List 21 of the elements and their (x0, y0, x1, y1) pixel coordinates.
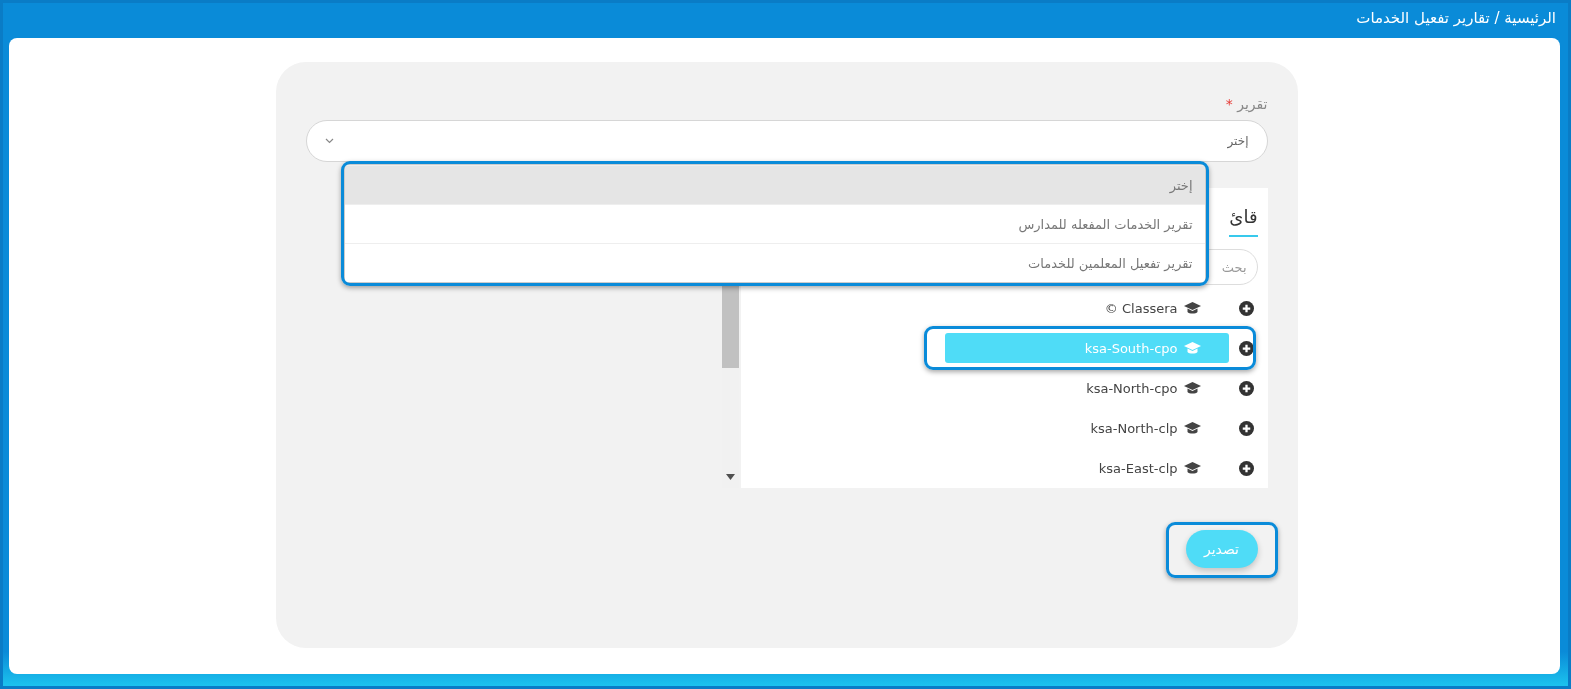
field-label: تقرير * (1225, 96, 1268, 112)
graduation-cap-icon (1183, 381, 1201, 395)
graduation-cap-icon (1183, 461, 1201, 475)
breadcrumb: الرئيسية / تقارير تفعيل الخدمات (1356, 9, 1556, 27)
report-select[interactable]: إختر (305, 120, 1268, 162)
graduation-cap-icon (1183, 301, 1201, 315)
plus-circle-icon[interactable] (1238, 380, 1254, 396)
tree-item[interactable]: ksa-North-clp (944, 413, 1229, 443)
tree-item[interactable]: Classera © (944, 293, 1229, 323)
panel-tab[interactable]: قائ (1229, 196, 1258, 237)
tree-item[interactable]: ksa-North-cpo (944, 373, 1229, 403)
graduation-cap-icon (1183, 341, 1201, 355)
dropdown-option[interactable]: إختر (344, 165, 1205, 204)
chevron-down-icon (324, 138, 334, 144)
plus-circle-icon[interactable] (1238, 340, 1254, 356)
tree-item[interactable]: ksa-East-clp (944, 453, 1229, 483)
plus-circle-icon[interactable] (1238, 460, 1254, 476)
graduation-cap-icon (1183, 421, 1201, 435)
plus-circle-icon[interactable] (1238, 420, 1254, 436)
caret-down-icon[interactable] (725, 474, 735, 480)
plus-circle-icon[interactable] (1238, 300, 1254, 316)
